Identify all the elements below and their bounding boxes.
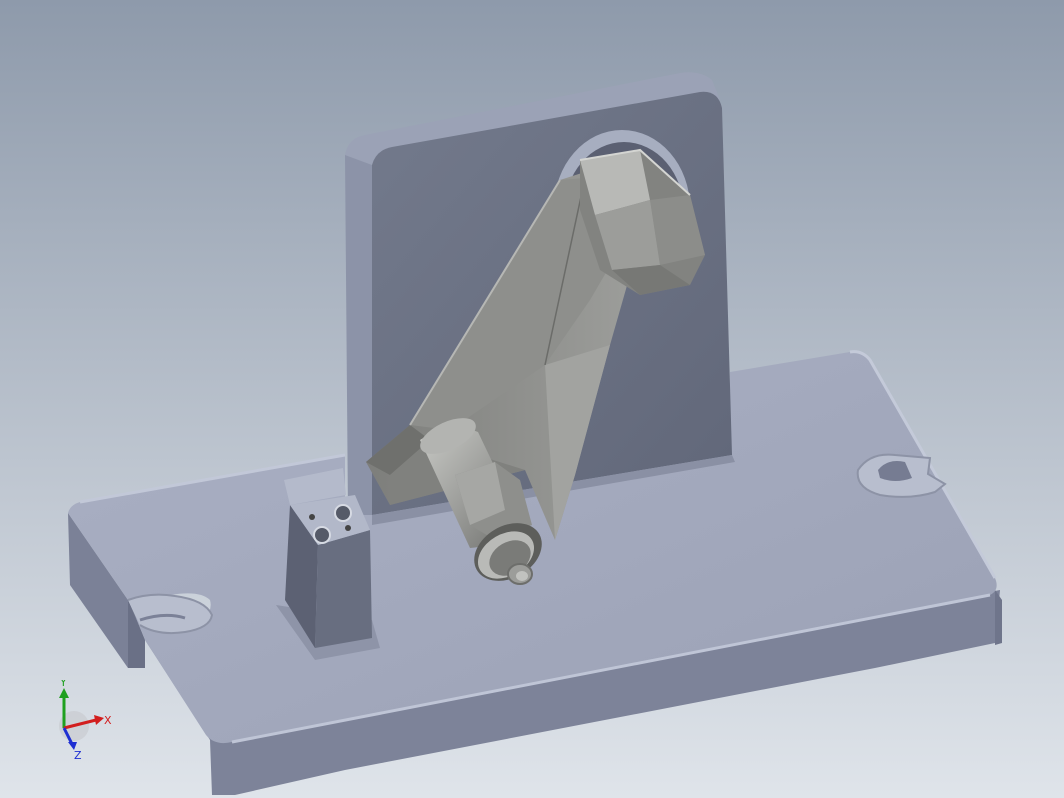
cad-model-scene[interactable] — [0, 0, 1064, 798]
x-axis-label: X — [104, 714, 112, 727]
model-viewport[interactable]: Y X Z — [0, 0, 1064, 798]
orientation-triad[interactable]: Y X Z — [44, 680, 124, 760]
x-axis-arrow-icon — [94, 715, 104, 725]
y-axis-arrow-icon — [59, 688, 69, 698]
z-axis-label: Z — [74, 749, 82, 760]
y-axis-label: Y — [59, 680, 67, 689]
